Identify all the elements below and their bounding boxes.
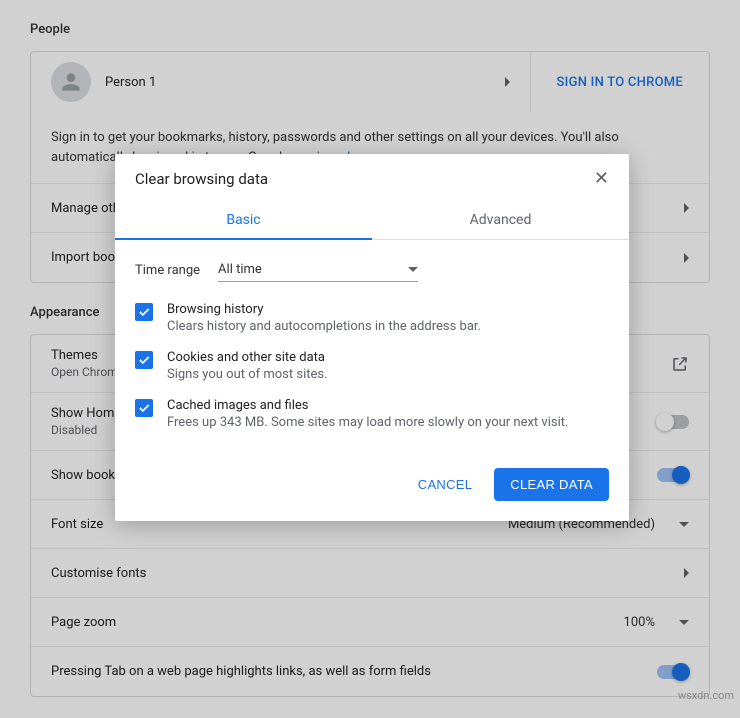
clear-browsing-data-dialog: Clear browsing data ✕ Basic Advanced Tim… bbox=[115, 154, 629, 521]
time-range-label: Time range bbox=[135, 263, 200, 278]
option-desc: Signs you out of most sites. bbox=[167, 367, 328, 382]
tab-basic[interactable]: Basic bbox=[115, 200, 372, 240]
option-desc: Clears history and autocompletions in th… bbox=[167, 319, 481, 334]
time-range-value: All time bbox=[218, 262, 262, 277]
checkbox-checked-icon[interactable] bbox=[135, 303, 153, 321]
tab-advanced[interactable]: Advanced bbox=[372, 200, 629, 239]
clear-data-button[interactable]: CLEAR DATA bbox=[494, 468, 609, 501]
option-cookies[interactable]: Cookies and other site data Signs you ou… bbox=[135, 350, 609, 382]
watermark: wsxdn.com bbox=[678, 689, 734, 702]
chevron-down-icon bbox=[408, 267, 418, 272]
close-icon[interactable]: ✕ bbox=[594, 170, 609, 188]
time-range-select[interactable]: All time bbox=[218, 258, 418, 282]
option-desc: Frees up 343 MB. Some sites may load mor… bbox=[167, 415, 568, 430]
option-browsing-history[interactable]: Browsing history Clears history and auto… bbox=[135, 302, 609, 334]
option-title: Cached images and files bbox=[167, 398, 568, 413]
option-title: Cookies and other site data bbox=[167, 350, 328, 365]
checkbox-checked-icon[interactable] bbox=[135, 399, 153, 417]
cancel-button[interactable]: CANCEL bbox=[406, 468, 485, 501]
dialog-tabs: Basic Advanced bbox=[115, 200, 629, 240]
option-cached[interactable]: Cached images and files Frees up 343 MB.… bbox=[135, 398, 609, 430]
dialog-title: Clear browsing data bbox=[135, 170, 268, 188]
checkbox-checked-icon[interactable] bbox=[135, 351, 153, 369]
option-title: Browsing history bbox=[167, 302, 481, 317]
